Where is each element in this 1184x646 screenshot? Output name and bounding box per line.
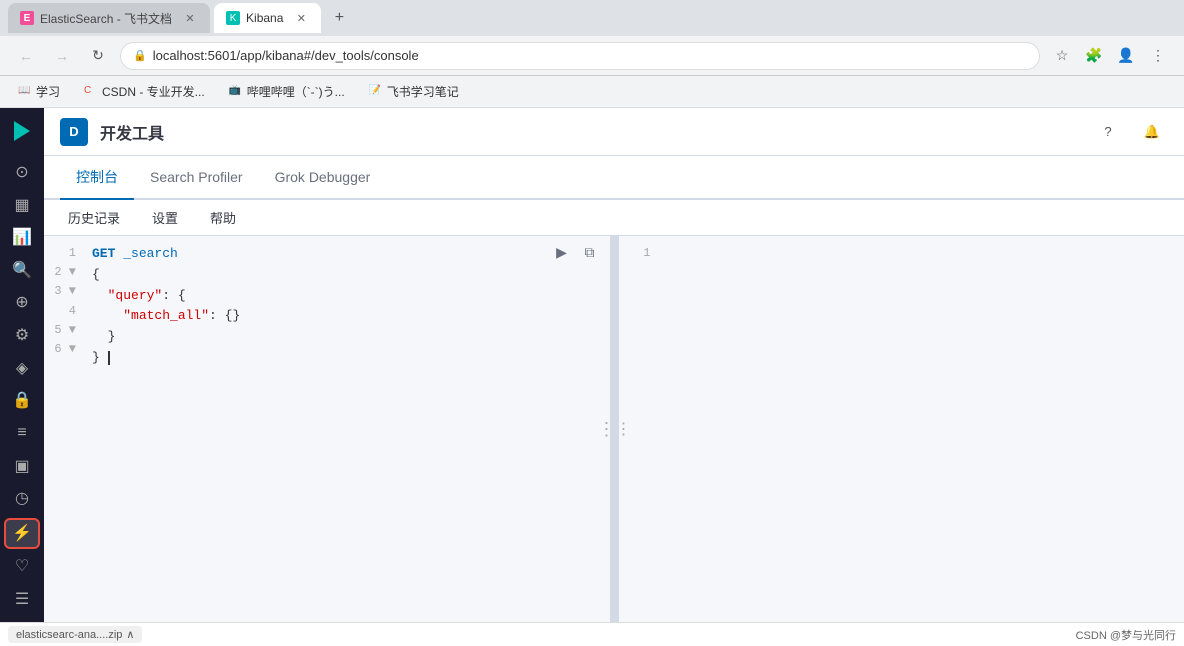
tab-kibana-close[interactable]: ✕ (293, 10, 309, 26)
bookmark-feishu-favicon: 📝 (369, 85, 383, 99)
bookmark-xuexi-favicon: 📖 (18, 85, 32, 99)
tab-kibana[interactable]: K Kibana ✕ (214, 3, 321, 33)
sidebar-icon-devtools[interactable]: ⚡ (4, 518, 40, 549)
url-bar[interactable]: 🔒 localhost:5601/app/kibana#/dev_tools/c… (120, 42, 1040, 70)
bookmark-csdn[interactable]: C CSDN - 专业开发... (78, 81, 211, 102)
result-pane: 1 (619, 236, 1184, 622)
sidebar-icon-apm[interactable]: ◈ (4, 352, 40, 383)
bookmark-bilibili[interactable]: 📺 哔哩哔哩（`-`)う... (223, 81, 351, 102)
sidebar-icon-dashboard[interactable]: ▦ (4, 189, 40, 220)
pane-drag-handle[interactable]: ⋮ (611, 236, 619, 622)
bookmark-xuexi[interactable]: 📖 学习 (12, 81, 66, 102)
bottom-right-text: CSDN @梦与光同行 (1076, 627, 1176, 643)
menu-button[interactable]: ⋮ (1144, 42, 1172, 70)
back-button[interactable]: ← (12, 42, 40, 70)
notifications-icon[interactable]: 🔔 (1136, 116, 1168, 148)
toolbar-help[interactable]: 帮助 (202, 204, 244, 231)
sidebar: ⊙ ▦ 📊 🔍 ⊕ ⚙ ◈ 🔒 ≡ ▣ ◷ ⚡ ♡ ☰ (0, 108, 44, 622)
bookmark-csdn-label: CSDN - 专业开发... (102, 83, 205, 100)
line-num-1: 1 (44, 244, 84, 263)
result-line-num-1: 1 (619, 244, 659, 263)
elastic-favicon: E (20, 11, 34, 25)
app-title: 开发工具 (100, 120, 164, 144)
kibana-logo (4, 116, 40, 147)
tabs-nav: 控制台 Search Profiler Grok Debugger (44, 156, 1184, 200)
bookmark-xuexi-label: 学习 (36, 83, 60, 100)
sidebar-icon-uptime[interactable]: ◷ (4, 483, 40, 514)
toolbar-history[interactable]: 历史记录 (60, 204, 128, 231)
run-button[interactable]: ▶ (550, 240, 574, 264)
editor-actions: ▶ ⧉ (550, 240, 602, 264)
tab-elastic[interactable]: E ElasticSearch - 飞书文档 ✕ (8, 3, 210, 33)
tab-elastic-close[interactable]: ✕ (182, 10, 198, 26)
bookmark-star-button[interactable]: ☆ (1048, 42, 1076, 70)
extensions-button[interactable]: 🧩 (1080, 42, 1108, 70)
code-line-4: "match_all": {} (92, 306, 602, 327)
app-header: D 开发工具 ? 🔔 (44, 108, 1184, 156)
app-layout: ⊙ ▦ 📊 🔍 ⊕ ⚙ ◈ 🔒 ≡ ▣ ◷ ⚡ ♡ ☰ D 开发工具 ? 🔔 控… (0, 108, 1184, 622)
editor-line-numbers: 1 2 ▼ 3 ▼ 4 5 ▼ 6 ▼ (44, 236, 84, 622)
editor-pane[interactable]: 1 2 ▼ 3 ▼ 4 5 ▼ 6 ▼ GET _search { "query… (44, 236, 611, 622)
browser-tab-bar: E ElasticSearch - 飞书文档 ✕ K Kibana ✕ + (0, 0, 1184, 36)
address-bar-actions: ☆ 🧩 👤 ⋮ (1048, 42, 1172, 70)
sidebar-icon-siem[interactable]: 🔒 (4, 385, 40, 416)
code-line-5: } (92, 327, 602, 348)
bookmark-feishu-label: 飞书学习笔记 (387, 83, 459, 100)
main-content: D 开发工具 ? 🔔 控制台 Search Profiler Grok Debu… (44, 108, 1184, 622)
url-text: localhost:5601/app/kibana#/dev_tools/con… (153, 48, 419, 63)
browser-bottom-bar: elasticsearc-ana....zip ∧ CSDN @梦与光同行 (0, 622, 1184, 646)
bookmark-bilibili-label: 哔哩哔哩（`-`)う... (247, 83, 345, 100)
tab-console[interactable]: 控制台 (60, 156, 134, 200)
code-line-6: } (92, 348, 602, 369)
line-num-3: 3 ▼ (44, 282, 84, 301)
help-icon[interactable]: ? (1092, 116, 1124, 148)
download-item[interactable]: elasticsearc-ana....zip ∧ (8, 626, 142, 643)
app-logo: D (60, 118, 88, 146)
sidebar-icon-discover[interactable]: 🔍 (4, 255, 40, 286)
download-file-name: elasticsearc-ana....zip (16, 629, 122, 641)
kibana-favicon: K (226, 11, 240, 25)
line-num-4: 4 (44, 302, 84, 321)
code-line-3: "query": { (92, 286, 602, 307)
drag-handle-icon: ⋮ (598, 419, 616, 440)
editor-code-content[interactable]: GET _search { "query": { "match_all": {}… (84, 236, 610, 622)
sidebar-icon-maps[interactable]: ⊕ (4, 287, 40, 318)
tab-grok-debugger[interactable]: Grok Debugger (259, 156, 387, 200)
tab-search-profiler-label: Search Profiler (150, 169, 243, 185)
copy-button[interactable]: ⧉ (578, 240, 602, 264)
profile-button[interactable]: 👤 (1112, 42, 1140, 70)
forward-button[interactable]: → (48, 42, 76, 70)
bookmark-csdn-favicon: C (84, 85, 98, 99)
editor-area: 1 2 ▼ 3 ▼ 4 5 ▼ 6 ▼ GET _search { "query… (44, 236, 1184, 622)
code-line-2: { (92, 265, 602, 286)
bookmarks-bar: 📖 学习 C CSDN - 专业开发... 📺 哔哩哔哩（`-`)う... 📝 … (0, 76, 1184, 108)
tab-elastic-label: ElasticSearch - 飞书文档 (40, 10, 172, 27)
toolbar-settings[interactable]: 设置 (144, 204, 186, 231)
sidebar-icon-analytics[interactable]: 📊 (4, 222, 40, 253)
line-num-2: 2 ▼ (44, 263, 84, 282)
toolbar: 历史记录 设置 帮助 (44, 200, 1184, 236)
line-num-6: 6 ▼ (44, 340, 84, 359)
result-content (659, 236, 1184, 622)
bookmark-bilibili-favicon: 📺 (229, 85, 243, 99)
code-line-1: GET _search (92, 244, 602, 265)
tab-search-profiler[interactable]: Search Profiler (134, 156, 259, 200)
sidebar-icon-home[interactable]: ⊙ (4, 157, 40, 188)
download-chevron-icon[interactable]: ∧ (126, 628, 134, 641)
tab-kibana-label: Kibana (246, 11, 283, 25)
bookmark-feishu[interactable]: 📝 飞书学习笔记 (363, 81, 465, 102)
sidebar-icon-logs[interactable]: ≡ (4, 418, 40, 449)
refresh-button[interactable]: ↻ (84, 42, 112, 70)
tab-console-label: 控制台 (76, 167, 118, 187)
sidebar-icon-stack[interactable]: ♡ (4, 551, 40, 582)
secure-icon: 🔒 (133, 49, 147, 62)
address-bar: ← → ↻ 🔒 localhost:5601/app/kibana#/dev_t… (0, 36, 1184, 76)
sidebar-icon-ml[interactable]: ⚙ (4, 320, 40, 351)
sidebar-icon-infra[interactable]: ▣ (4, 450, 40, 481)
line-num-5: 5 ▼ (44, 321, 84, 340)
sidebar-icon-management[interactable]: ☰ (4, 583, 40, 614)
new-tab-button[interactable]: + (325, 4, 353, 32)
tab-grok-debugger-label: Grok Debugger (275, 169, 371, 185)
